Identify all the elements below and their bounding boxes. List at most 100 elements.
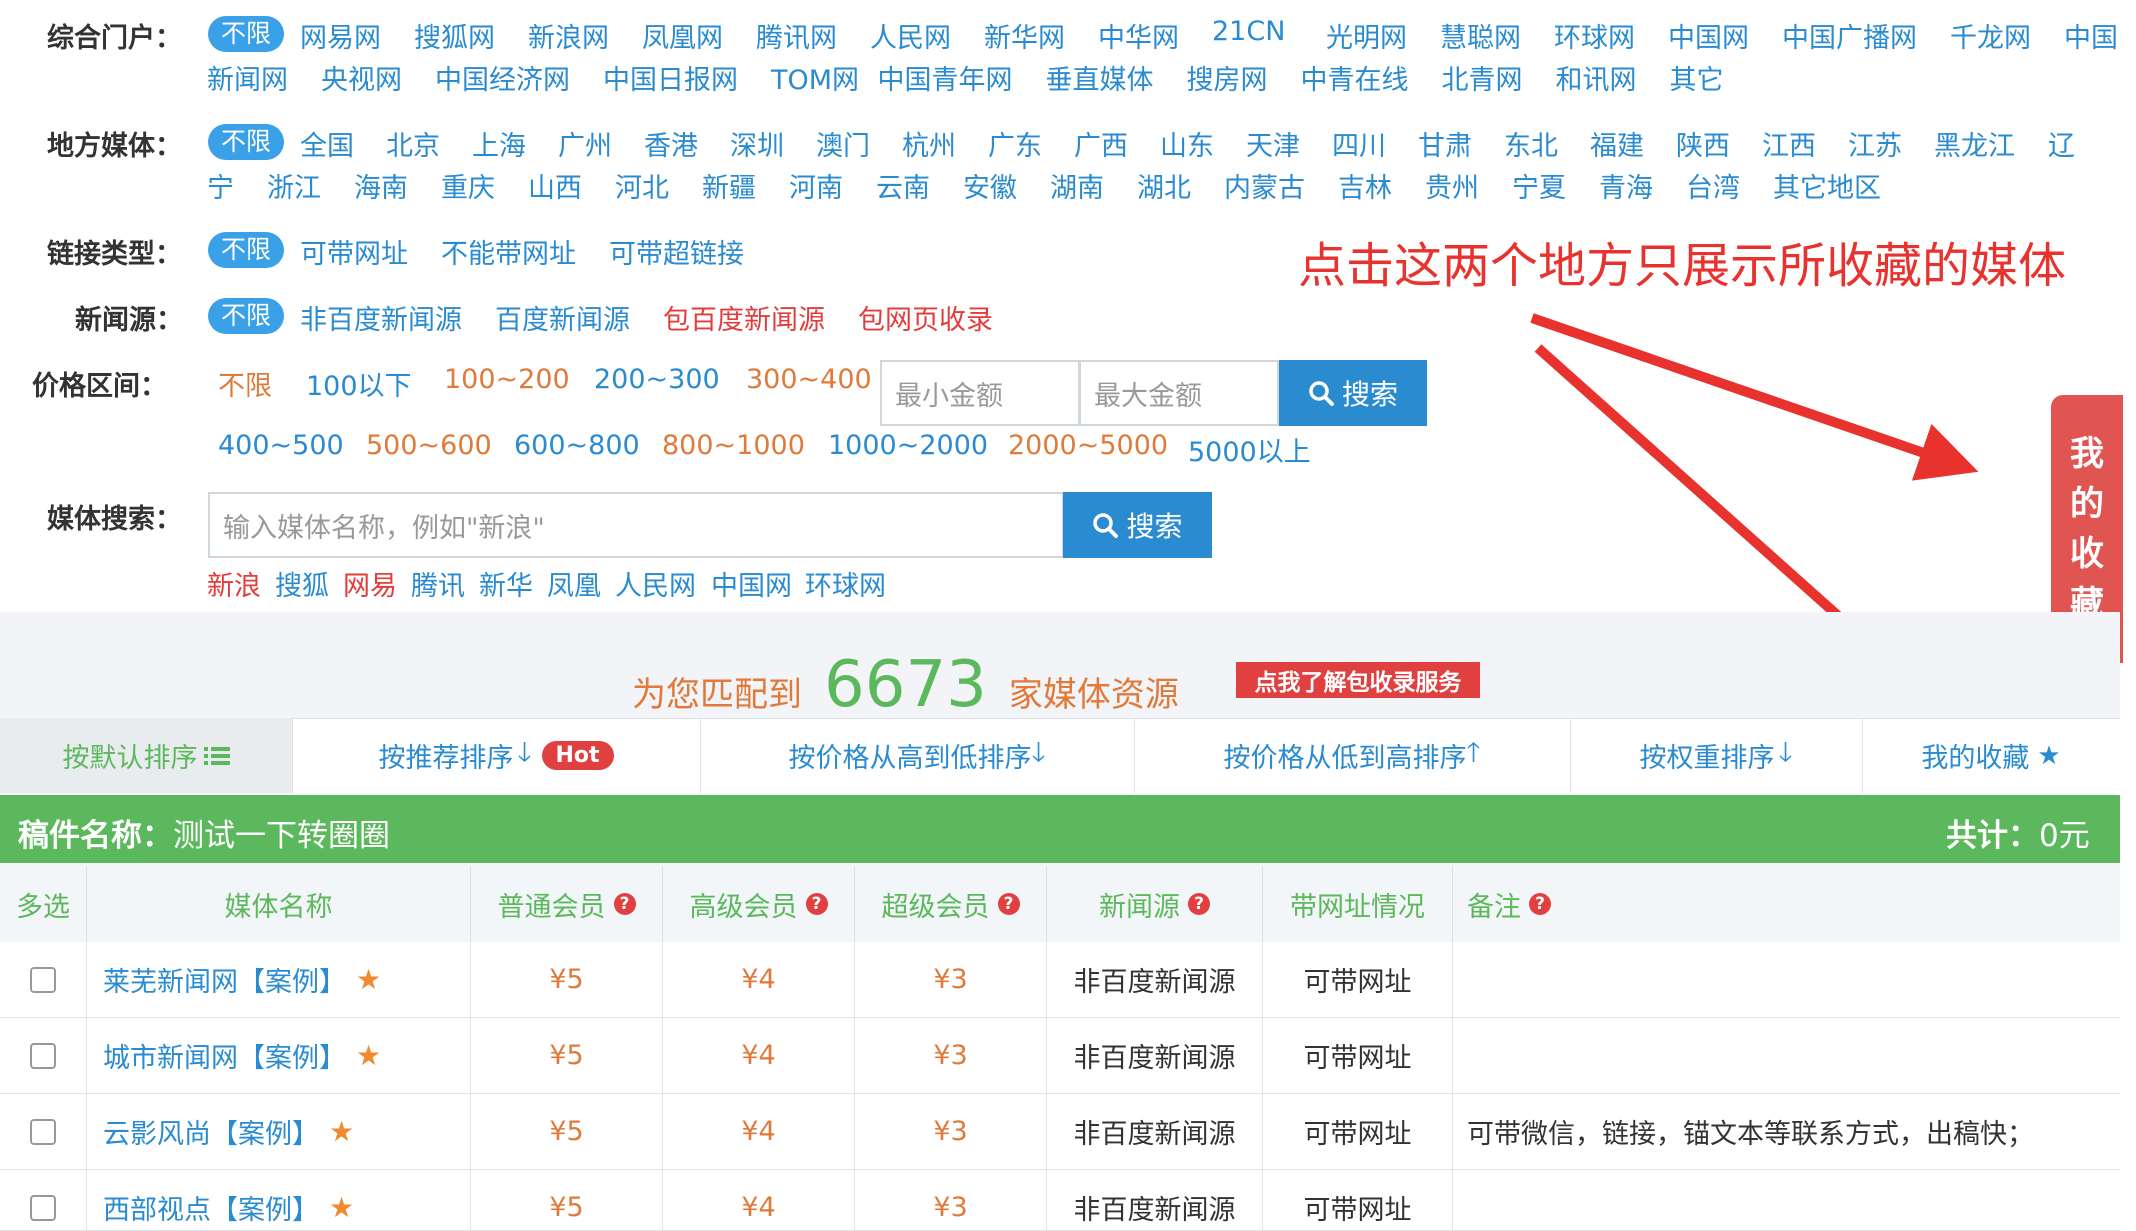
- sort-weight-tab[interactable]: 按权重排序 🡓: [1570, 718, 1863, 793]
- url-status-cell: 可带网址: [1263, 942, 1453, 1017]
- news-source-value: 非百度新闻源: [1073, 1043, 1236, 1074]
- header-normal-member: 普通会员?: [471, 866, 663, 942]
- table-row: 莱芜新闻网 【案例】 ★ ¥5 ¥4 ¥3 非百度新闻源 可带网址: [0, 942, 2120, 1018]
- help-icon[interactable]: ?: [613, 893, 636, 915]
- favorite-star-icon[interactable]: ★: [356, 1039, 381, 1072]
- media-name-link[interactable]: 莱芜新闻网: [103, 960, 238, 999]
- select-cell: [0, 1170, 87, 1230]
- row-checkbox[interactable]: [30, 966, 56, 993]
- news-source-cell: 非百度新闻源: [1047, 1094, 1263, 1169]
- super-price-cell: ¥3: [855, 1094, 1047, 1169]
- arrow-to-side-tab: [1530, 313, 1979, 481]
- url-status-value: 可带网址: [1303, 1119, 1412, 1150]
- list-icon: [203, 746, 230, 765]
- url-status-cell: 可带网址: [1263, 1170, 1453, 1230]
- news-source-value: 非百度新闻源: [1073, 1195, 1236, 1226]
- arrow-up-icon: 🡑: [1466, 736, 1481, 768]
- row-checkbox[interactable]: [30, 1194, 56, 1221]
- total-info: 共计：0元: [1946, 810, 2090, 855]
- senior-price-cell: ¥4: [663, 1018, 855, 1093]
- service-info-button[interactable]: 点我了解包收录服务: [1236, 662, 1480, 698]
- select-cell: [0, 942, 87, 1017]
- sort-default-label: 按默认排序: [62, 743, 198, 774]
- select-cell: [0, 1094, 87, 1169]
- senior-price-cell: ¥4: [663, 1094, 855, 1169]
- match-count: 6673: [824, 648, 987, 722]
- normal-price: ¥5: [549, 964, 584, 995]
- super-price: ¥3: [933, 1192, 968, 1223]
- url-status-value: 可带网址: [1303, 1043, 1412, 1074]
- media-name-cell: 莱芜新闻网 【案例】 ★: [87, 942, 471, 1017]
- super-price: ¥3: [933, 1116, 968, 1147]
- super-price-cell: ¥3: [855, 1170, 1047, 1230]
- media-name-cell: 云影风尚 【案例】 ★: [87, 1094, 471, 1169]
- news-source-cell: 非百度新闻源: [1047, 1018, 1263, 1093]
- normal-price-cell: ¥5: [471, 1094, 663, 1169]
- table-row: 西部视点 【案例】 ★ ¥5 ¥4 ¥3 非百度新闻源 可带网址: [0, 1170, 2120, 1231]
- help-icon[interactable]: ?: [1188, 893, 1210, 915]
- sort-recommend-label: 按推荐排序: [378, 743, 514, 774]
- normal-price-cell: ¥5: [471, 942, 663, 1017]
- news-source-value: 非百度新闻源: [1073, 1119, 1236, 1150]
- manuscript-info: 稿件名称：测试一下转圈圈: [18, 810, 390, 855]
- media-name-cell: 西部视点 【案例】 ★: [87, 1170, 471, 1230]
- media-name-cell: 城市新闻网 【案例】 ★: [87, 1018, 471, 1093]
- case-link[interactable]: 【案例】: [211, 1188, 319, 1227]
- url-status-cell: 可带网址: [1263, 1094, 1453, 1169]
- super-price: ¥3: [933, 1040, 968, 1071]
- senior-price: ¥4: [741, 1192, 776, 1223]
- help-icon[interactable]: ?: [997, 893, 1020, 915]
- url-status-value: 可带网址: [1303, 1195, 1412, 1226]
- header-notes: 备注?: [1453, 866, 2120, 942]
- case-link[interactable]: 【案例】: [238, 1036, 346, 1075]
- arrow-down-icon: 🡓: [517, 736, 532, 768]
- sort-favorites-tab[interactable]: 我的收藏 ★: [1862, 718, 2120, 793]
- match-count-line: 为您匹配到 6673 家媒体资源: [632, 648, 1179, 722]
- help-icon[interactable]: ?: [1529, 893, 1551, 915]
- case-link[interactable]: 【案例】: [211, 1112, 319, 1151]
- senior-price: ¥4: [741, 1116, 776, 1147]
- total-label: 共计：: [1946, 818, 2039, 854]
- header-super-member: 超级会员?: [855, 866, 1047, 942]
- match-suffix: 家媒体资源: [1008, 675, 1179, 715]
- media-name-link[interactable]: 城市新闻网: [103, 1036, 238, 1075]
- case-link[interactable]: 【案例】: [238, 960, 346, 999]
- table-row: 城市新闻网 【案例】 ★ ¥5 ¥4 ¥3 非百度新闻源 可带网址: [0, 1018, 2120, 1094]
- favorite-star-icon[interactable]: ★: [329, 1191, 354, 1224]
- sort-recommend-tab[interactable]: 按推荐排序 🡓 Hot: [292, 718, 701, 793]
- sort-price-asc-tab[interactable]: 按价格从低到高排序 🡑: [1134, 718, 1571, 793]
- news-source-cell: 非百度新闻源: [1047, 1170, 1263, 1230]
- row-checkbox[interactable]: [30, 1118, 56, 1145]
- normal-price-cell: ¥5: [471, 1018, 663, 1093]
- header-url-status: 带网址情况: [1263, 866, 1453, 942]
- normal-price-cell: ¥5: [471, 1170, 663, 1230]
- super-price: ¥3: [933, 964, 968, 995]
- manuscript-name: 测试一下转圈圈: [173, 818, 390, 854]
- notes-cell: [1453, 1018, 2120, 1093]
- senior-price-cell: ¥4: [663, 942, 855, 1017]
- news-source-cell: 非百度新闻源: [1047, 942, 1263, 1017]
- favorite-star-icon[interactable]: ★: [356, 963, 381, 996]
- header-news-source: 新闻源?: [1047, 866, 1263, 942]
- sort-price-desc-tab[interactable]: 按价格从高到低排序 🡓: [700, 718, 1135, 793]
- sort-default-tab[interactable]: 按默认排序: [0, 718, 293, 793]
- sort-price-asc-label: 按价格从低到高排序: [1223, 743, 1467, 774]
- sort-price-desc-label: 按价格从高到低排序: [788, 743, 1032, 774]
- senior-price-cell: ¥4: [663, 1170, 855, 1230]
- media-name-link[interactable]: 西部视点: [103, 1188, 211, 1227]
- normal-price: ¥5: [549, 1192, 584, 1223]
- side-tab-char: 的: [2070, 484, 2104, 524]
- row-checkbox[interactable]: [30, 1042, 56, 1069]
- super-price-cell: ¥3: [855, 1018, 1047, 1093]
- help-icon[interactable]: ?: [805, 893, 828, 915]
- url-status-value: 可带网址: [1303, 967, 1412, 998]
- total-value: 0元: [2039, 818, 2090, 854]
- favorite-star-icon[interactable]: ★: [329, 1115, 354, 1148]
- notes-cell: [1453, 942, 2120, 1017]
- arrow-down-icon: 🡓: [1031, 736, 1046, 768]
- header-media-name: 媒体名称: [87, 866, 471, 942]
- header-multi-select: 多选: [0, 866, 87, 942]
- media-name-link[interactable]: 云影风尚: [103, 1112, 211, 1151]
- super-price-cell: ¥3: [855, 942, 1047, 1017]
- normal-price: ¥5: [549, 1040, 584, 1071]
